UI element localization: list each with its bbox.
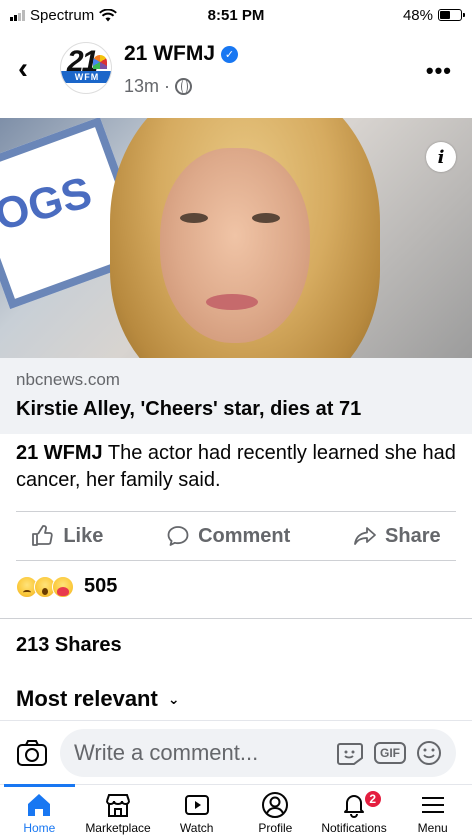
link-headline: Kirstie Alley, 'Cheers' star, dies at 71 [16,398,362,420]
reaction-count: 505 [84,575,118,597]
status-bar: Spectrum 8:51 PM 48% [0,0,472,30]
portrait-eye-left [180,213,208,223]
emoji-icon[interactable] [416,740,442,766]
verified-icon: ✓ [221,45,239,63]
status-time: 8:51 PM [207,6,265,24]
tab-notifications[interactable]: Notifications 2 [315,785,394,840]
portrait-face [160,148,310,343]
comment-icon [167,526,189,546]
divider [16,560,456,561]
tab-label: Home [23,821,56,835]
post-text: 21 WFMJ The actor had recently learned s… [16,440,456,494]
portrait-eye-right [252,213,280,223]
post-timestamp[interactable]: 13m [124,76,159,97]
sign-text: OGS [0,167,97,241]
watch-icon [184,795,209,815]
back-icon[interactable]: ‹ [18,52,28,86]
more-options-icon[interactable]: ••• [426,58,452,84]
info-icon[interactable]: i [426,142,456,172]
share-button[interactable]: Share [353,524,441,548]
comment-input[interactable]: Write a comment... GIF [60,728,456,777]
tab-label: Profile [258,821,293,835]
share-icon [354,527,376,545]
tab-menu[interactable]: Menu [393,785,472,840]
page-name-row: 21 WFMJ ✓ [124,42,239,66]
share-count[interactable]: 213 Shares [16,634,122,657]
globe-icon [175,78,193,95]
camera-icon[interactable] [16,739,48,767]
tab-watch[interactable]: Watch [157,785,236,840]
hamburger-menu-icon [421,797,444,813]
reaction-summary[interactable]: 505 [16,575,117,598]
like-button[interactable]: Like [31,524,103,548]
post-header: ‹ 21 WFM 21 WFMJ ✓ 13m · ••• [0,36,472,106]
divider [0,618,472,619]
link-domain: nbcnews.com [16,370,120,389]
gif-button[interactable]: GIF [374,741,406,764]
comment-sort-dropdown[interactable]: Most relevant ⌄ [16,686,180,712]
link-preview[interactable]: OGS i nbcnews.com Kirstie Alley, 'Cheers… [0,118,472,434]
profile-icon [262,792,289,818]
battery-percent: 48% [402,6,433,24]
portrait-lips [206,294,258,310]
preview-image[interactable]: OGS i [0,118,472,358]
tab-label: Notifications [321,821,387,835]
signal-icon [10,9,25,21]
marketplace-icon [106,794,130,817]
battery-icon [438,9,465,21]
carrier-label: Spectrum [30,6,95,24]
tab-marketplace[interactable]: Marketplace [79,785,158,840]
comment-label: Comment [198,524,291,547]
tab-label: Marketplace [85,821,151,835]
sort-label: Most relevant [16,686,158,711]
home-icon [28,794,51,816]
comment-button[interactable]: Comment [166,524,290,548]
battery-fill [440,11,450,19]
notification-badge: 2 [362,789,383,809]
page-avatar[interactable]: 21 WFM [60,42,112,94]
care-emoji-icon [52,575,74,598]
post-author[interactable]: 21 WFMJ [16,442,103,464]
action-bar: Like Comment Share [0,512,472,560]
meta-separator: · [164,76,171,96]
wifi-icon [99,8,118,21]
comment-bar: Write a comment... GIF [0,720,472,784]
share-label: Share [385,524,441,547]
bottom-tab-bar: Home Marketplace Watch Profile Notificat… [0,784,472,840]
thumbs-up-icon [32,525,54,546]
tab-label: Watch [179,821,214,835]
tab-profile[interactable]: Profile [236,785,315,840]
post-meta: 13m · [124,76,193,97]
tab-home[interactable]: Home [0,784,79,840]
comment-placeholder: Write a comment... [74,739,259,765]
link-meta[interactable]: nbcnews.com Kirstie Alley, 'Cheers' star… [0,358,472,434]
tab-label: Menu [417,821,448,835]
avatar-sticker-icon[interactable] [336,740,364,766]
logo-text: WFM [61,71,111,83]
page-name[interactable]: 21 WFMJ [124,42,215,66]
chevron-down-icon: ⌄ [167,690,180,707]
peacock-icon [93,55,107,69]
like-label: Like [63,524,104,547]
